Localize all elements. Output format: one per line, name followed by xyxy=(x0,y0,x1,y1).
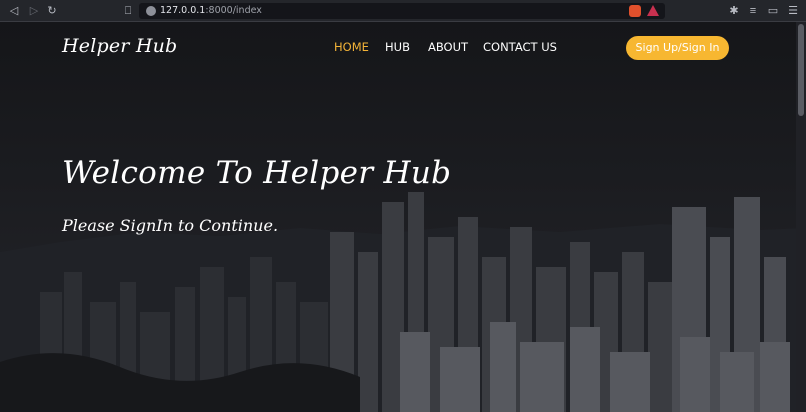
address-bar[interactable]: 127.0.0.1:8000/index xyxy=(139,3,665,19)
lock-icon[interactable] xyxy=(146,6,156,16)
page-scrollbar[interactable] xyxy=(796,22,806,412)
extensions-icon[interactable]: ✱ xyxy=(727,4,741,18)
site-header: Helper Hub HOME HUB ABOUT CONTACT US Sig… xyxy=(0,22,796,74)
browser-toolbar: ◁ ▷ ↻ ⎕ 127.0.0.1:8000/index ✱ ≡ ▭ ☰ xyxy=(0,0,806,22)
nav-hub[interactable]: HUB xyxy=(385,40,410,54)
forward-icon[interactable]: ▷ xyxy=(27,4,41,18)
signup-signin-button[interactable]: Sign Up/Sign In xyxy=(626,36,729,60)
hero-subtitle: Please SignIn to Continue. xyxy=(62,216,279,235)
brave-rewards-icon[interactable] xyxy=(647,5,659,16)
wallet-icon[interactable]: ▭ xyxy=(766,4,780,18)
url-text[interactable]: 127.0.0.1:8000/index xyxy=(160,4,262,18)
brave-shields-icon[interactable] xyxy=(629,5,641,17)
scrollbar-thumb[interactable] xyxy=(798,24,804,116)
hero-title: Welcome To Helper Hub xyxy=(62,155,452,191)
playlist-icon[interactable]: ≡ xyxy=(746,4,760,18)
menu-icon[interactable]: ☰ xyxy=(786,4,800,18)
nav-contact-us[interactable]: CONTACT US xyxy=(483,40,557,54)
site-logo[interactable]: Helper Hub xyxy=(62,35,177,57)
city-skyline-background xyxy=(0,192,806,412)
nav-home[interactable]: HOME xyxy=(334,40,369,54)
back-icon[interactable]: ◁ xyxy=(7,4,21,18)
reload-icon[interactable]: ↻ xyxy=(45,4,59,18)
page-viewport: Helper Hub HOME HUB ABOUT CONTACT US Sig… xyxy=(0,22,806,412)
nav-about[interactable]: ABOUT xyxy=(428,40,468,54)
bookmark-icon[interactable]: ⎕ xyxy=(121,4,135,18)
